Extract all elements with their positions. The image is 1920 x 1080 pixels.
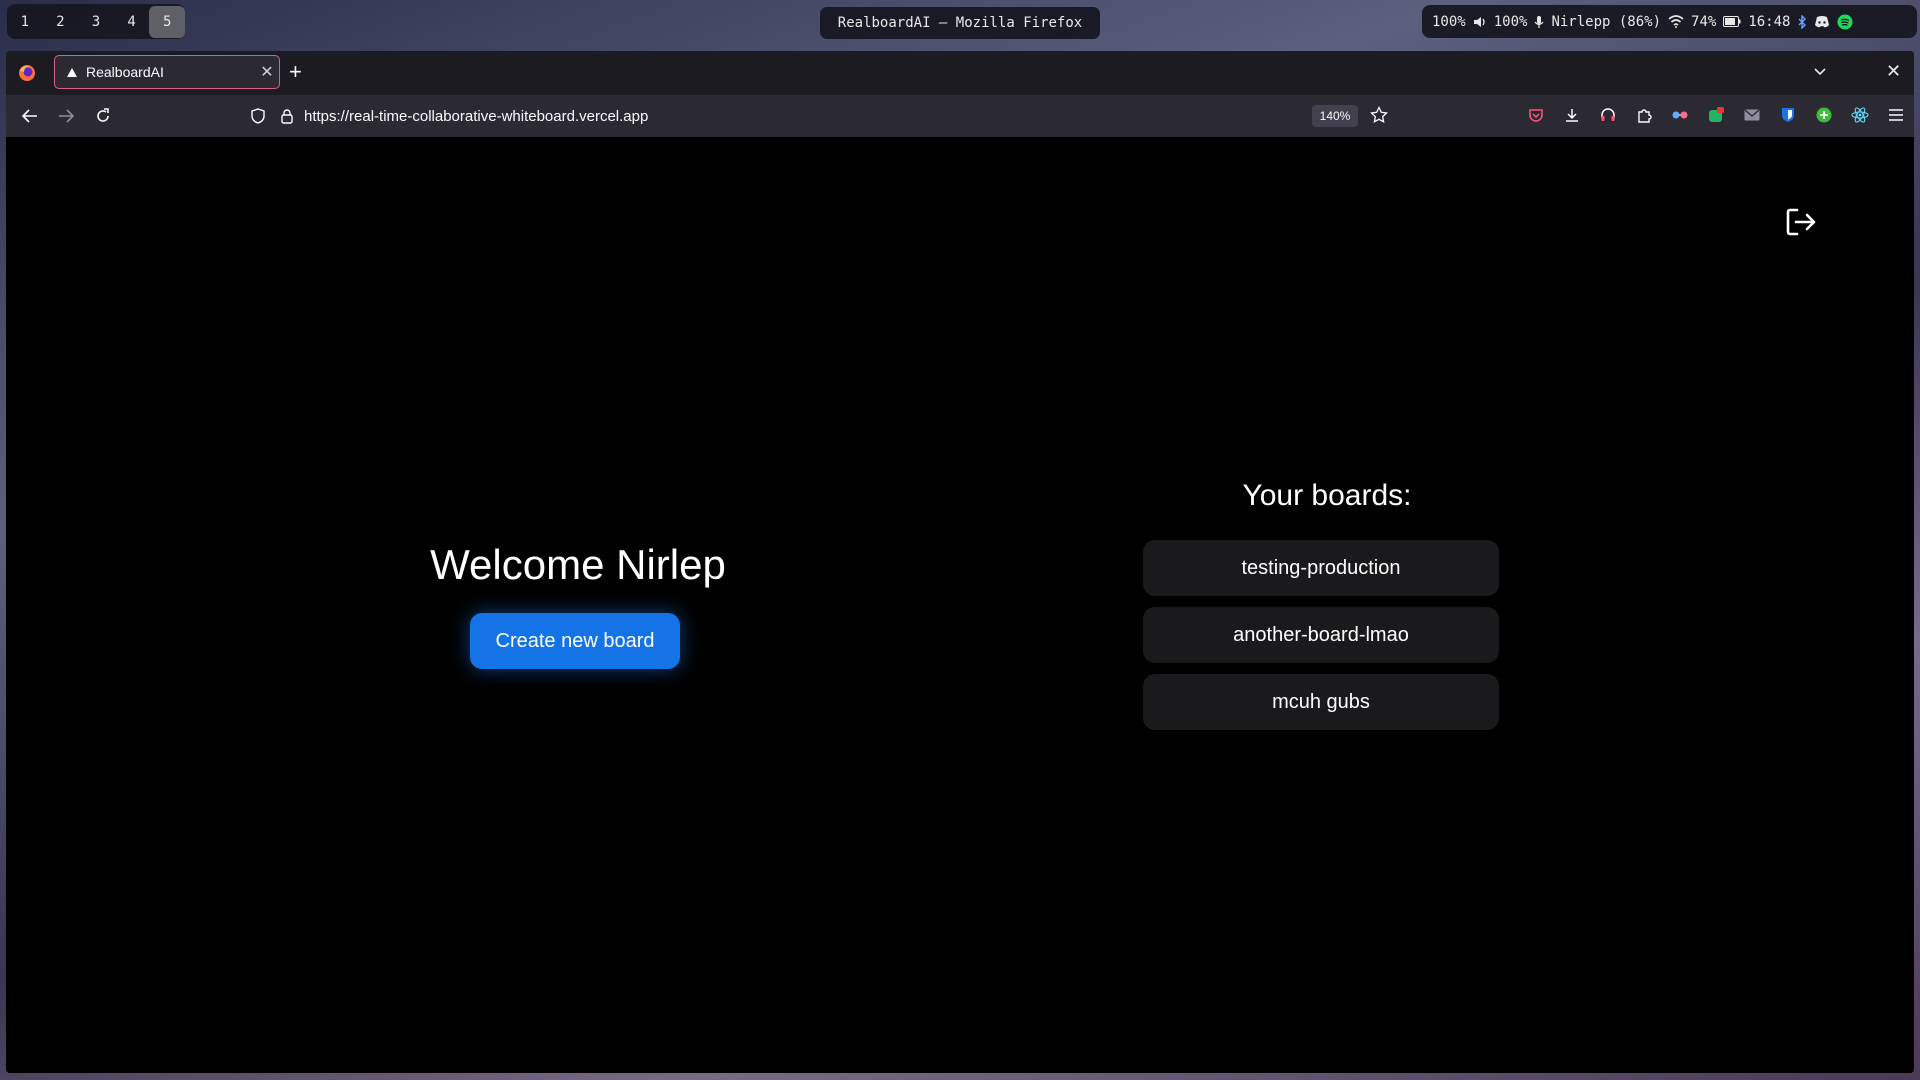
bookmark-star-icon[interactable] xyxy=(1370,105,1388,129)
bitwarden-shield-icon[interactable] xyxy=(1778,105,1798,125)
glasses-extension-icon[interactable] xyxy=(1670,105,1690,125)
workspace-4[interactable]: 4 xyxy=(114,6,150,38)
active-window-title: RealboardAI — Mozilla Firefox xyxy=(820,7,1100,39)
add-green-circle-icon[interactable] xyxy=(1814,105,1834,125)
boards-heading: Your boards: xyxy=(1242,479,1412,512)
headphones-extension-icon[interactable] xyxy=(1598,105,1618,125)
extensions-puzzle-icon[interactable] xyxy=(1634,105,1654,125)
mic-level[interactable]: 100% xyxy=(1494,14,1528,30)
firefox-icon[interactable] xyxy=(17,63,37,83)
bluetooth-icon[interactable] xyxy=(1797,14,1807,29)
tab-list-chevron-down-icon[interactable] xyxy=(1812,63,1828,84)
tab-close-icon[interactable]: ✕ xyxy=(255,62,279,82)
discord-icon[interactable] xyxy=(1814,15,1830,28)
url-text[interactable]: https://real-time-collaborative-whiteboa… xyxy=(304,108,648,125)
hamburger-menu-icon[interactable] xyxy=(1886,105,1906,125)
workspace-5[interactable]: 5 xyxy=(149,5,185,38)
workspace-1[interactable]: 1 xyxy=(7,6,43,38)
logout-icon[interactable] xyxy=(1784,205,1818,239)
microphone-icon[interactable] xyxy=(1534,15,1544,29)
browser-window: RealboardAI ✕ + ✕ https://real-time-coll… xyxy=(6,51,1914,1073)
lock-icon[interactable] xyxy=(280,108,294,129)
download-icon[interactable] xyxy=(1562,105,1582,125)
boards-list: testing-production another-board-lmao mc… xyxy=(1143,540,1499,741)
board-item[interactable]: another-board-lmao xyxy=(1143,607,1499,663)
reload-icon[interactable] xyxy=(93,106,113,126)
page-content: Welcome Nirlep Create new board Your boa… xyxy=(6,137,1914,1073)
speaker-icon[interactable] xyxy=(1473,15,1487,29)
forward-arrow-icon[interactable] xyxy=(56,106,76,126)
wifi-icon[interactable] xyxy=(1668,15,1684,28)
workspace-3[interactable]: 3 xyxy=(78,6,114,38)
green-extension-icon[interactable] xyxy=(1706,105,1726,125)
window-close-icon[interactable]: ✕ xyxy=(1886,61,1901,82)
zoom-level-button[interactable]: 140% xyxy=(1312,105,1358,127)
new-tab-icon[interactable]: + xyxy=(289,60,302,84)
mail-icon[interactable] xyxy=(1742,105,1762,125)
workspace-switcher: 1 2 3 4 5 xyxy=(7,4,185,39)
react-devtools-icon[interactable] xyxy=(1850,105,1870,125)
url-bar[interactable]: https://real-time-collaborative-whiteboa… xyxy=(246,99,1398,133)
tab-bar: RealboardAI ✕ + ✕ xyxy=(6,51,1914,95)
tab-title: RealboardAI xyxy=(86,64,164,80)
spotify-icon[interactable] xyxy=(1837,14,1853,30)
extensions-toolbar xyxy=(1526,105,1906,125)
battery-level: 74% xyxy=(1691,13,1717,30)
tab-realboardai[interactable]: RealboardAI ✕ xyxy=(54,55,280,89)
pocket-icon[interactable] xyxy=(1526,105,1546,125)
navigation-toolbar: https://real-time-collaborative-whiteboa… xyxy=(6,95,1914,137)
board-item[interactable]: mcuh gubs xyxy=(1143,674,1499,730)
welcome-heading: Welcome Nirlep xyxy=(430,541,726,588)
workspace-2[interactable]: 2 xyxy=(43,6,79,38)
board-item[interactable]: testing-production xyxy=(1143,540,1499,596)
back-arrow-icon[interactable] xyxy=(20,106,40,126)
user-indicator[interactable]: Nirlepp (86%) xyxy=(1551,14,1661,30)
system-top-bar: 1 2 3 4 5 RealboardAI — Mozilla Firefox … xyxy=(0,0,1920,43)
tracking-protection-shield-icon[interactable] xyxy=(250,108,266,129)
volume-level[interactable]: 100% xyxy=(1432,14,1466,30)
clock: 16:48 xyxy=(1748,13,1791,30)
battery-icon[interactable] xyxy=(1723,16,1741,27)
create-new-board-button[interactable]: Create new board xyxy=(470,613,680,669)
system-tray: 100% 100% Nirlepp (86%) 74% 16:48 xyxy=(1422,5,1917,38)
vercel-favicon-icon xyxy=(66,66,78,78)
